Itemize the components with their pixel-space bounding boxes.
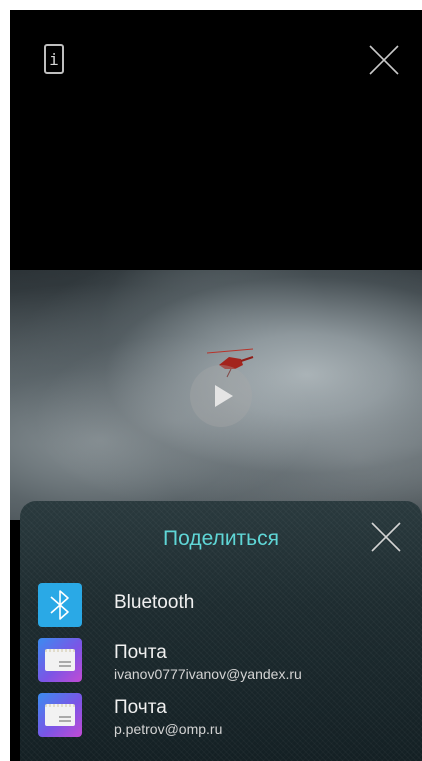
mail-icon xyxy=(38,638,82,682)
share-item-mail-ivanov[interactable]: Почта ivanov0777ivanov@yandex.ru xyxy=(38,636,408,682)
mail-icon xyxy=(38,693,82,737)
play-icon xyxy=(215,385,233,407)
video-preview[interactable] xyxy=(10,270,422,520)
share-item-email: p.petrov@omp.ru xyxy=(114,721,223,737)
share-panel: Поделиться Bluetooth Почта ivanov0777iva… xyxy=(20,501,422,761)
play-button[interactable] xyxy=(190,365,252,427)
close-panel-button[interactable] xyxy=(370,521,402,553)
share-item-label: Почта xyxy=(114,697,167,718)
share-title: Поделиться xyxy=(163,527,279,550)
share-item-label: Почта xyxy=(114,642,167,663)
share-item-mail-petrov[interactable]: Почта p.petrov@omp.ru xyxy=(38,691,408,737)
share-item-email: ivanov0777ivanov@yandex.ru xyxy=(114,666,302,682)
bluetooth-icon xyxy=(38,583,82,627)
video-viewer: i Поделиться Bluetooth Почта ivanov0777i… xyxy=(10,10,422,761)
close-button[interactable] xyxy=(368,44,400,76)
share-item-label: Bluetooth xyxy=(114,592,195,613)
info-icon: i xyxy=(49,49,59,69)
info-button[interactable]: i xyxy=(44,44,64,74)
share-item-bluetooth[interactable]: Bluetooth xyxy=(38,581,408,627)
